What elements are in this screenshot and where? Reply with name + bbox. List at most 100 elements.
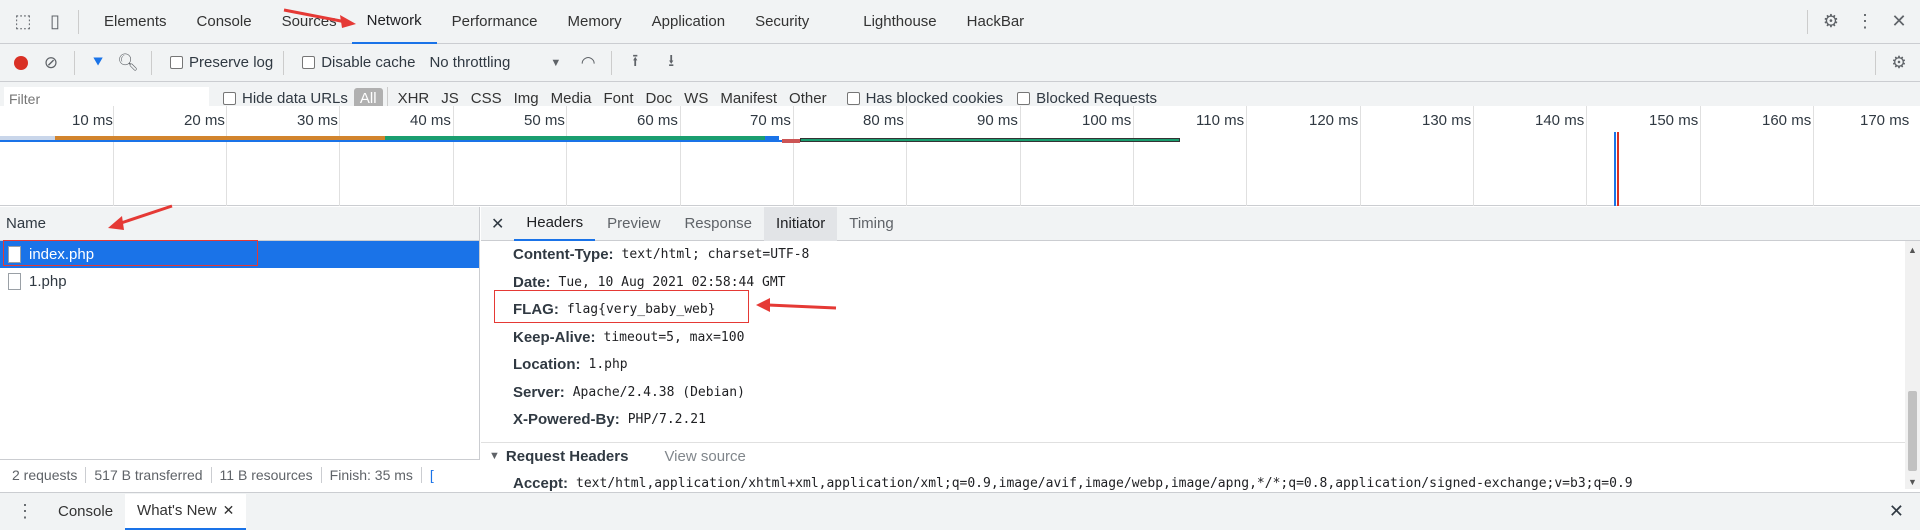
header-value: Apache/2.4.38 (Debian)	[572, 384, 745, 400]
transferred-size: 517 B transferred	[86, 466, 212, 483]
import-har-icon[interactable]: ⭱	[622, 50, 648, 76]
header-key: Accept:	[513, 474, 569, 492]
header-key: Server:	[513, 383, 565, 401]
scroll-thumb[interactable]	[1908, 391, 1917, 471]
drawer-tab-console[interactable]: Console	[46, 494, 125, 530]
export-har-icon[interactable]: ⭳	[658, 50, 684, 76]
dropdown-arrow-icon: ▼	[550, 56, 562, 69]
tab-security[interactable]: Security	[740, 0, 824, 44]
request-row[interactable]: 1.php	[0, 268, 479, 295]
drawer-menu-icon[interactable]: ⋮	[0, 501, 46, 522]
tab-headers[interactable]: Headers	[514, 207, 596, 241]
tab-elements[interactable]: Elements	[89, 0, 182, 44]
annotation-arrow-network	[283, 8, 356, 28]
hide-data-urls-checkbox[interactable]: Hide data URLs	[223, 90, 348, 107]
type-filter-font[interactable]: Font	[597, 90, 639, 107]
annotation-arrow-flag	[756, 298, 837, 312]
scroll-down-arrow-icon[interactable]: ▼	[1905, 477, 1920, 487]
type-filter-ws[interactable]: WS	[678, 90, 714, 107]
timeline-gridline	[906, 106, 907, 206]
type-filter-doc[interactable]: Doc	[639, 90, 678, 107]
preserve-log-label: Preserve log	[189, 54, 274, 71]
search-icon[interactable]: 🔍︎	[115, 50, 141, 76]
network-settings-gear-icon[interactable]: ⚙	[1886, 50, 1912, 76]
disable-cache-checkbox[interactable]: Disable cache	[302, 54, 415, 71]
tab-application[interactable]: Application	[637, 0, 740, 44]
drawer-tab-label: What's New	[137, 502, 217, 519]
filter-icon[interactable]: ⯆	[85, 50, 111, 76]
timeline-gridline	[1700, 106, 1701, 206]
blocked-requests-label: Blocked Requests	[1036, 90, 1158, 107]
timeline-tick-label: 10 ms	[72, 112, 113, 129]
timeline-gridline	[226, 106, 227, 206]
tab-preview[interactable]: Preview	[595, 207, 672, 241]
type-filter-css[interactable]: CSS	[465, 90, 508, 107]
close-tab-icon[interactable]: ✕	[223, 502, 235, 519]
network-overview-timeline[interactable]: 10 ms 20 ms 30 ms 40 ms 50 ms 60 ms 70 m…	[0, 106, 1920, 206]
divider	[1875, 50, 1876, 75]
close-details-icon[interactable]: ✕	[481, 214, 514, 234]
bottom-drawer-tabbar: ⋮ Console What's New ✕ ✕	[0, 492, 1920, 530]
close-drawer-icon[interactable]: ✕	[1873, 501, 1920, 522]
network-conditions-icon[interactable]: ◠	[575, 50, 601, 76]
type-filter-media[interactable]: Media	[545, 90, 598, 107]
checkbox-box[interactable]	[1017, 92, 1031, 105]
timeline-tick-label: 160 ms	[1762, 112, 1812, 129]
timeline-gridline	[566, 106, 567, 206]
timeline-gridline	[113, 106, 114, 206]
throttling-select[interactable]: No throttling ▼	[429, 54, 561, 71]
checkbox-box[interactable]	[302, 56, 316, 69]
tab-timing[interactable]: Timing	[837, 207, 905, 241]
divider	[74, 50, 75, 75]
finish-time: Finish: 35 ms	[322, 466, 422, 483]
tab-initiator[interactable]: Initiator	[764, 206, 838, 241]
header-value: text/html,application/xhtml+xml,applicat…	[576, 475, 1633, 491]
checkbox-box[interactable]	[846, 92, 860, 105]
type-filter-xhr[interactable]: XHR	[392, 90, 436, 107]
type-filter-js[interactable]: JS	[435, 90, 465, 107]
clear-icon[interactable]: ⊘	[38, 50, 64, 76]
checkbox-box[interactable]	[223, 92, 236, 105]
network-toolbar: ⊘ ⯆ 🔍︎ Preserve log Disable cache No thr…	[0, 44, 1920, 82]
annotation-arrow-name	[108, 204, 173, 230]
record-icon[interactable]	[8, 50, 34, 76]
type-filter-img[interactable]: Img	[508, 90, 545, 107]
checkbox-box[interactable]	[170, 56, 183, 69]
response-headers-list: Content-Type: text/html; charset=UTF-8 D…	[481, 241, 1920, 434]
drawer-tab-whats-new[interactable]: What's New ✕	[125, 493, 247, 530]
timeline-tick-label: 140 ms	[1535, 112, 1585, 129]
device-toolbar-icon[interactable]: ▯	[42, 9, 68, 35]
timeline-gridline	[1133, 106, 1134, 206]
request-headers-section[interactable]: ▼ Request Headers View source	[481, 441, 1920, 470]
settings-gear-icon[interactable]: ⚙	[1818, 9, 1844, 35]
timeline-gridline	[1813, 106, 1814, 206]
timeline-gridline	[1473, 106, 1474, 206]
timeline-tick-label: 40 ms	[410, 112, 451, 129]
tab-console[interactable]: Console	[182, 0, 267, 44]
timeline-gridline	[453, 106, 454, 206]
scroll-up-arrow-icon[interactable]: ▲	[1905, 245, 1920, 255]
header-row: Location: 1.php	[481, 351, 1920, 379]
has-blocked-cookies-checkbox[interactable]: Has blocked cookies	[846, 90, 1003, 107]
name-column-header[interactable]: Name	[0, 207, 479, 241]
tab-lighthouse[interactable]: Lighthouse	[848, 0, 951, 44]
type-filter-manifest[interactable]: Manifest	[714, 90, 783, 107]
timeline-gridline	[793, 106, 794, 206]
expand-triangle-icon[interactable]: ▼	[489, 450, 500, 462]
disable-cache-label: Disable cache	[321, 54, 416, 71]
details-scrollbar[interactable]: ▲ ▼	[1905, 241, 1920, 489]
tab-memory[interactable]: Memory	[553, 0, 637, 44]
preserve-log-checkbox[interactable]: Preserve log	[170, 54, 273, 71]
type-filter-other[interactable]: Other	[783, 90, 833, 107]
tab-hackbar[interactable]: HackBar	[952, 0, 1040, 44]
tab-response[interactable]: Response	[672, 207, 764, 241]
timeline-tick-label: 80 ms	[863, 112, 904, 129]
tab-network[interactable]: Network	[351, 0, 437, 44]
more-options-icon[interactable]: ⋮	[1852, 9, 1878, 35]
divider	[611, 50, 613, 75]
view-source-link[interactable]: View source	[664, 448, 745, 465]
blocked-requests-checkbox[interactable]: Blocked Requests	[1017, 90, 1157, 107]
inspect-element-icon[interactable]: ⬚	[10, 9, 36, 35]
close-devtools-icon[interactable]: ✕	[1886, 9, 1912, 35]
tab-performance[interactable]: Performance	[437, 0, 553, 44]
